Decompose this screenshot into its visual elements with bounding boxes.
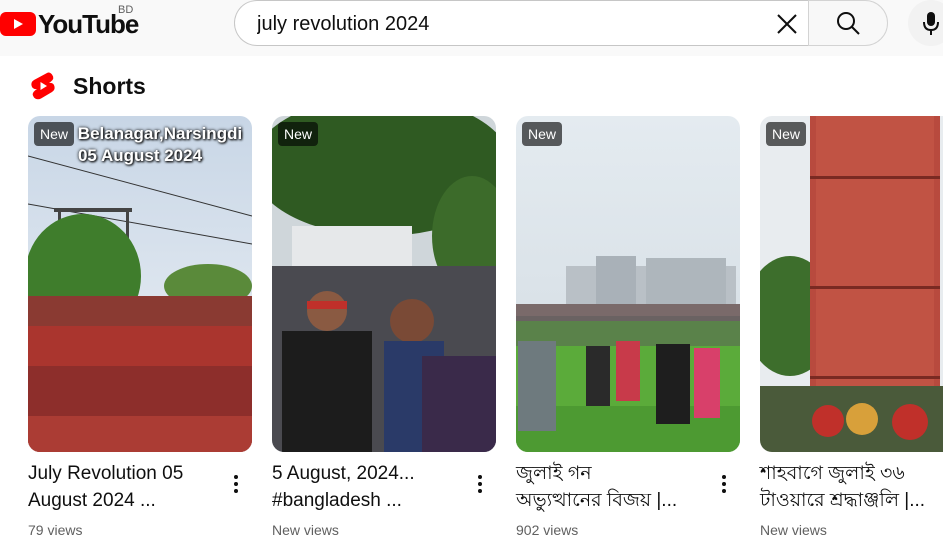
search-input[interactable] <box>255 11 759 37</box>
short-thumbnail[interactable]: Belanagar,Narsingdi 05 August 2024 New <box>28 116 252 452</box>
more-options-icon[interactable] <box>224 472 248 496</box>
youtube-play-icon <box>0 12 36 36</box>
more-options-icon[interactable] <box>468 472 492 496</box>
thumbnail-image <box>760 116 943 452</box>
short-thumbnail[interactable]: New <box>760 116 943 452</box>
shorts-section-header: Shorts <box>30 70 146 102</box>
short-title[interactable]: July Revolution 05 August 2024 ... <box>28 460 224 514</box>
voice-search-button[interactable] <box>908 0 943 46</box>
short-title[interactable]: জুলাই গন অভ্যুত্থানের বিজয় |... <box>516 460 712 514</box>
shorts-title: Shorts <box>73 72 146 99</box>
search-button[interactable] <box>808 0 888 46</box>
short-card[interactable]: New শাহবাগে জুলাই ৩৬ টাওয়ারে শ্রদ্ধাঞ্জ… <box>760 116 943 538</box>
microphone-icon <box>923 12 939 35</box>
new-badge: New <box>278 122 319 146</box>
short-thumbnail[interactable]: New <box>516 116 740 452</box>
short-views: New views <box>272 522 339 538</box>
short-card[interactable]: New 5 August, 2024... #bangladesh ... Ne… <box>272 116 496 538</box>
overlay-date: 05 August 2024 <box>77 146 203 165</box>
short-title[interactable]: শাহবাগে জুলাই ৩৬ টাওয়ারে শ্রদ্ধাঞ্জলি |… <box>760 460 943 514</box>
shorts-icon <box>31 72 55 100</box>
more-options-icon[interactable] <box>712 472 736 496</box>
short-card[interactable]: New জুলাই গন অভ্যুত্থানের বিজয় |... 902… <box>516 116 740 538</box>
search-icon <box>837 12 860 35</box>
short-views: 902 views <box>516 522 579 538</box>
top-bar: YouTube BD <box>0 0 943 56</box>
thumbnail-image <box>28 116 252 452</box>
overlay-location: Belanagar,Narsingdi <box>77 124 243 143</box>
short-card[interactable]: Belanagar,Narsingdi 05 August 2024 New J… <box>28 116 252 538</box>
short-title[interactable]: 5 August, 2024... #bangladesh ... <box>272 460 468 514</box>
new-badge: New <box>522 122 563 146</box>
thumbnail-image <box>272 116 496 452</box>
new-badge: New <box>34 122 75 146</box>
country-code: BD <box>118 4 134 16</box>
short-views: 79 views <box>28 522 83 538</box>
short-thumbnail[interactable]: New <box>272 116 496 452</box>
thumbnail-image <box>516 116 740 452</box>
search-box <box>234 0 808 46</box>
new-badge: New <box>766 122 807 146</box>
short-views: New views <box>760 522 827 538</box>
clear-search-icon[interactable] <box>772 9 802 39</box>
